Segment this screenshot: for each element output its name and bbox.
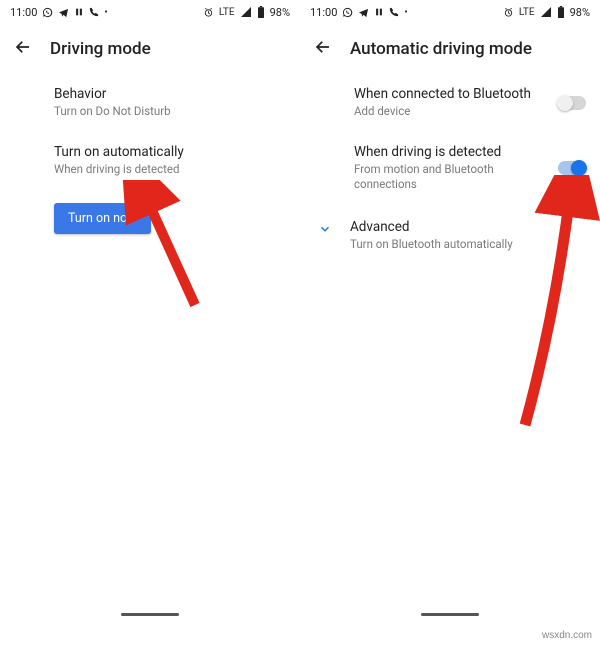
setting-advanced[interactable]: Advanced Turn on Bluetooth automatically: [300, 205, 600, 263]
setting-driving-detected[interactable]: When driving is detected From motion and…: [300, 132, 600, 205]
setting-sub: Turn on Bluetooth automatically: [350, 237, 513, 251]
app-bar: Automatic driving mode: [300, 24, 600, 70]
setting-label: Turn on automatically: [54, 144, 282, 160]
battery-icon: [257, 6, 265, 18]
nav-pill[interactable]: [121, 613, 179, 616]
whatsapp-icon: [42, 7, 53, 18]
setting-sub: From motion and Bluetooth connections: [354, 162, 546, 193]
setting-label: Behavior: [54, 86, 282, 102]
back-icon[interactable]: [314, 38, 332, 60]
signal-icon: [540, 7, 552, 17]
watermark: wsxdn.com: [542, 630, 592, 641]
more-notifications-icon: •: [404, 7, 407, 18]
chevron-down-icon: [318, 219, 332, 240]
setting-turn-on-automatically[interactable]: Turn on automatically When driving is de…: [0, 132, 300, 190]
toggle-bluetooth[interactable]: [558, 96, 586, 110]
page-title: Driving mode: [50, 39, 151, 59]
setting-bluetooth-connected[interactable]: When connected to Bluetooth Add device: [300, 74, 600, 132]
status-bar: 11:00 • LTE 98%: [300, 0, 600, 24]
setting-behavior[interactable]: Behavior Turn on Do Not Disturb: [0, 74, 300, 132]
turn-on-now-button[interactable]: Turn on now: [54, 203, 151, 234]
battery-percent: 98%: [270, 6, 290, 19]
status-time: 11:00: [10, 6, 37, 19]
alarm-icon: [203, 7, 214, 18]
battery-icon: [557, 6, 565, 18]
screen-driving-mode: 11:00 • LTE 98% Driving mode Behavior: [0, 0, 300, 620]
setting-label: When connected to Bluetooth: [354, 86, 546, 102]
pause-icon: [74, 7, 84, 17]
telegram-icon: [358, 7, 369, 18]
setting-sub: When driving is detected: [54, 162, 282, 178]
battery-percent: 98%: [570, 6, 590, 19]
network-type: LTE: [519, 7, 535, 18]
app-bar: Driving mode: [0, 24, 300, 70]
screen-automatic-driving-mode: 11:00 • LTE 98% Automatic driving mode W…: [300, 0, 600, 620]
toggle-driving-detected[interactable]: [558, 161, 586, 175]
alarm-icon: [503, 7, 514, 18]
setting-label: Advanced: [350, 219, 513, 235]
status-time: 11:00: [310, 6, 337, 19]
more-notifications-icon: •: [104, 7, 107, 18]
network-type: LTE: [219, 7, 235, 18]
signal-icon: [240, 7, 252, 17]
pause-icon: [374, 7, 384, 17]
whatsapp-icon: [342, 7, 353, 18]
setting-label: When driving is detected: [354, 144, 546, 160]
phone-icon: [89, 7, 99, 17]
phone-icon: [389, 7, 399, 17]
setting-sub: Turn on Do Not Disturb: [54, 104, 282, 120]
setting-sub: Add device: [354, 104, 546, 120]
back-icon[interactable]: [14, 38, 32, 60]
telegram-icon: [58, 7, 69, 18]
page-title: Automatic driving mode: [350, 39, 532, 59]
nav-pill[interactable]: [421, 613, 479, 616]
status-bar: 11:00 • LTE 98%: [0, 0, 300, 24]
